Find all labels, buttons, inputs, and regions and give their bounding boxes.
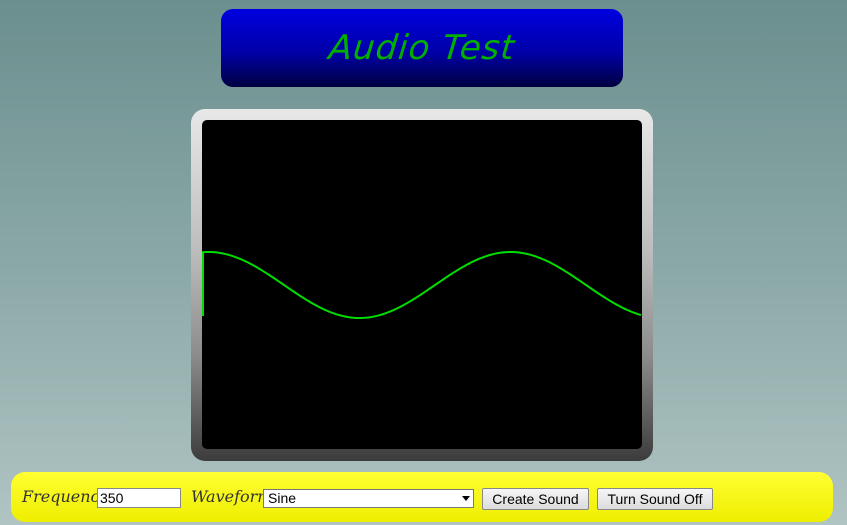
waveform-select[interactable]: Sine	[263, 489, 474, 508]
waveform-trace	[202, 250, 642, 320]
title-banner: Audio Test	[221, 9, 623, 87]
waveform-selected-value: Sine	[268, 490, 297, 506]
frequency-input[interactable]	[97, 488, 181, 508]
oscilloscope-frame	[191, 109, 653, 461]
oscilloscope-canvas	[202, 250, 642, 320]
oscilloscope-screen	[202, 120, 642, 449]
frequency-label: Frequency	[22, 487, 109, 506]
chevron-down-icon	[462, 496, 470, 501]
create-sound-button[interactable]: Create Sound	[482, 488, 589, 510]
waveform-label: Waveform	[191, 487, 273, 506]
turn-sound-off-button[interactable]: Turn Sound Off	[597, 488, 713, 510]
page-title: Audio Test	[326, 28, 518, 68]
control-bar: Frequency Waveform Sine Create Sound Tur…	[11, 472, 833, 522]
